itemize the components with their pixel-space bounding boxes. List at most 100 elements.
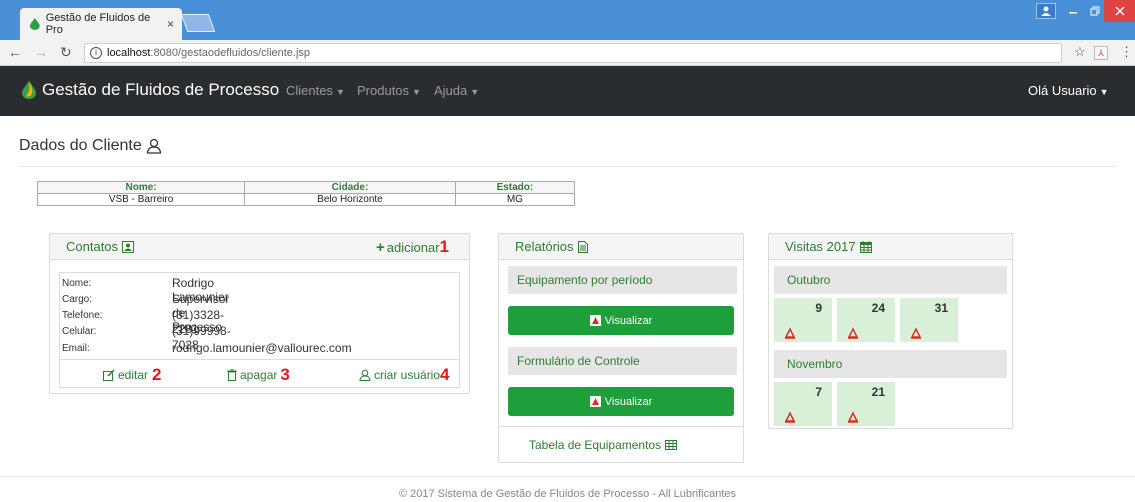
- extension-icon[interactable]: ⅄: [1094, 46, 1108, 60]
- visit-day-number: 9: [815, 301, 822, 315]
- menu-produtos[interactable]: Produtos ▼: [357, 83, 421, 98]
- favicon-drop-icon: [30, 18, 40, 30]
- address-bar-row: ← → ↻ i localhost:8080/gestaodefluidos/c…: [0, 40, 1135, 66]
- edit-icon: [103, 369, 115, 381]
- caret-down-icon: ▼: [335, 87, 345, 97]
- info-icon[interactable]: i: [90, 47, 102, 59]
- divider: [0, 476, 1135, 477]
- menu-kebab-icon[interactable]: ⋮: [1120, 44, 1133, 60]
- divider: [60, 359, 459, 360]
- contact-card: Nome: Rodrigo Lamounier Cargo: Supervisor …: [59, 272, 460, 388]
- url-path: :8080/gestaodefluidos/cliente.jsp: [150, 47, 311, 59]
- create-user-link[interactable]: criar usuário 4: [359, 365, 450, 385]
- menu-clientes[interactable]: Clientes ▼: [286, 83, 345, 98]
- relatorios-title: Relatórios: [515, 238, 574, 254]
- visualizar-formulario-button[interactable]: Visualizar: [508, 387, 734, 416]
- relatorios-panel: Relatórios Equipamento por período Visua…: [498, 233, 744, 463]
- relatorios-header: Relatórios: [499, 234, 743, 260]
- forward-arrow-icon[interactable]: →: [34, 44, 48, 60]
- visit-day-number: 7: [815, 385, 822, 399]
- menu-clientes-label: Clientes: [286, 83, 333, 98]
- visitas-panel: Visitas 2017 Outubro 9 24 31 Novembro 7 …: [768, 233, 1013, 429]
- add-contact-link[interactable]: + adicionar1: [376, 234, 449, 261]
- browser-tab-bar: Gestão de Fluidos de Pro ×: [0, 0, 1135, 40]
- visit-day-tile[interactable]: 7: [774, 382, 832, 426]
- pdf-icon[interactable]: [847, 327, 859, 339]
- visit-day-number: 21: [871, 385, 885, 399]
- visualizar-label: Visualizar: [604, 395, 653, 408]
- pdf-icon[interactable]: [847, 411, 859, 423]
- visualizar-equipamento-button[interactable]: Visualizar: [508, 306, 734, 335]
- visitas-title: Visitas 2017: [785, 238, 856, 254]
- pdf-icon: [589, 396, 601, 407]
- client-value-cidade: Belo Horizonte: [244, 193, 456, 206]
- tabela-equipamentos-link[interactable]: Tabela de Equipamentos: [529, 438, 678, 452]
- contact-label: Nome:: [62, 278, 92, 289]
- client-value-estado: MG: [454, 193, 576, 206]
- url-host: localhost: [107, 47, 151, 59]
- visit-day-tile[interactable]: 24: [837, 298, 895, 342]
- pdf-icon[interactable]: [784, 411, 796, 423]
- visit-day-number: 31: [934, 301, 948, 315]
- month-outubro: Outubro: [774, 266, 1007, 294]
- divider: [499, 426, 743, 427]
- bookmark-star-icon[interactable]: ☆: [1074, 44, 1086, 60]
- back-arrow-icon[interactable]: ←: [8, 44, 22, 60]
- menu-produtos-label: Produtos: [357, 83, 410, 98]
- client-header-nome: Nome:: [36, 181, 246, 194]
- user-menu-label: Olá Usuario: [1028, 83, 1097, 98]
- table-icon: [665, 440, 678, 450]
- annotation-badge-4: 4: [440, 365, 450, 384]
- caret-down-icon: ▼: [470, 87, 480, 97]
- delete-contact-label: apagar: [240, 368, 278, 382]
- calendar-icon: [859, 240, 872, 253]
- edit-contact-link[interactable]: editar 2: [103, 365, 162, 385]
- annotation-badge-3: 3: [280, 365, 290, 384]
- caret-down-icon: ▼: [1099, 87, 1109, 97]
- pdf-icon[interactable]: [784, 327, 796, 339]
- pdf-icon[interactable]: [910, 327, 922, 339]
- contatos-title: Contatos: [66, 238, 119, 254]
- minimize-icon[interactable]: [1062, 0, 1084, 22]
- document-icon: [577, 240, 588, 253]
- menu-ajuda[interactable]: Ajuda ▼: [434, 83, 479, 98]
- user-menu[interactable]: Olá Usuario ▼: [1028, 83, 1109, 98]
- month-novembro: Novembro: [774, 350, 1007, 378]
- contact-value: rodrigo.lamounier@vallourec.com: [172, 341, 352, 355]
- client-header-estado: Estado:: [454, 181, 576, 194]
- report-section-equipamento: Equipamento por período: [508, 266, 737, 294]
- browser-tab-title: Gestão de Fluidos de Pro: [45, 12, 151, 36]
- visualizar-label: Visualizar: [604, 314, 653, 327]
- brand-title: Gestão de Fluidos de Processo: [42, 80, 280, 99]
- visit-day-tile[interactable]: 31: [900, 298, 958, 342]
- profile-icon[interactable]: [1036, 3, 1056, 19]
- brand-drop-icon: [22, 81, 36, 99]
- delete-contact-link[interactable]: apagar 3: [227, 365, 290, 385]
- window-close-icon[interactable]: [1104, 0, 1135, 22]
- create-user-label: criar usuário: [374, 368, 441, 382]
- client-header-cidade: Cidade:: [244, 181, 456, 194]
- visit-day-tile[interactable]: 9: [774, 298, 832, 342]
- user-outline-icon: [146, 138, 161, 154]
- visit-day-tile[interactable]: 21: [837, 382, 895, 426]
- contact-label: Celular:: [62, 326, 97, 337]
- visit-day-number: 24: [871, 301, 885, 315]
- report-section-formulario: Formulário de Controle: [508, 347, 737, 375]
- new-tab-button[interactable]: [180, 14, 216, 32]
- url-field[interactable]: i localhost:8080/gestaodefluidos/cliente…: [84, 43, 1062, 63]
- contact-label: Telefone:: [62, 310, 103, 321]
- contatos-panel: Contatos + adicionar1 Nome: Rodrigo Lamoun…: [49, 233, 470, 394]
- restore-icon[interactable]: [1084, 0, 1106, 22]
- contact-label: Cargo:: [62, 294, 93, 305]
- reload-icon[interactable]: ↻: [60, 44, 72, 61]
- divider: [19, 166, 1116, 167]
- brand-link[interactable]: Gestão de Fluidos de Processo: [22, 80, 279, 100]
- browser-tab[interactable]: Gestão de Fluidos de Pro ×: [20, 8, 182, 40]
- tab-close-icon[interactable]: ×: [167, 17, 174, 31]
- plus-icon: +: [376, 239, 385, 256]
- add-contact-label: adicionar: [386, 240, 440, 255]
- client-info-table: Nome: Cidade: Estado: VSB - Barreiro Bel…: [36, 181, 576, 206]
- menu-ajuda-label: Ajuda: [434, 83, 468, 98]
- visitas-header: Visitas 2017: [769, 234, 1012, 260]
- pdf-icon: [589, 315, 601, 326]
